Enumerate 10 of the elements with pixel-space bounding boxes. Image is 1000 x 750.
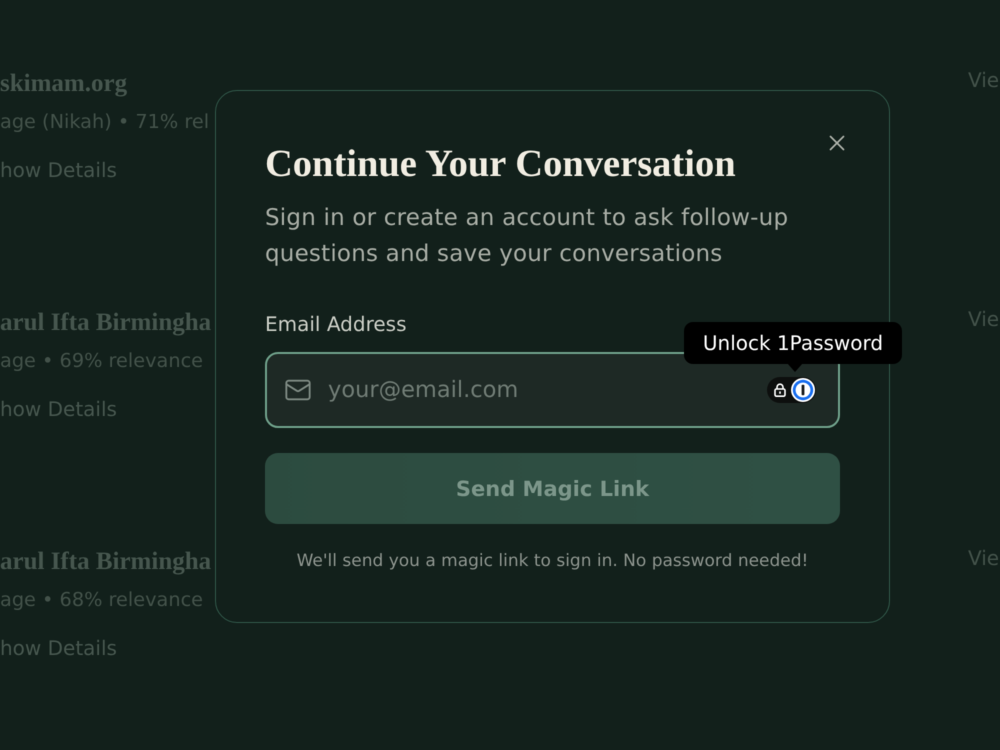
dialog-subtitle: Sign in or create an account to ask follow-up questions and save your conversations [265, 204, 790, 269]
keyhole-circle-icon [791, 378, 815, 402]
tooltip-arrow-icon [787, 363, 803, 372]
password-manager-button[interactable] [767, 377, 816, 403]
helper-note: We'll send you a magic link to sign in. No password needed! [296, 550, 808, 573]
lock-icon [773, 383, 787, 397]
dialog-title: Continue Your Conversation [265, 142, 736, 186]
email-label: Email Address [265, 311, 406, 337]
tooltip: Unlock 1Password [684, 322, 902, 364]
email-field[interactable]: your@email.com [265, 352, 840, 428]
